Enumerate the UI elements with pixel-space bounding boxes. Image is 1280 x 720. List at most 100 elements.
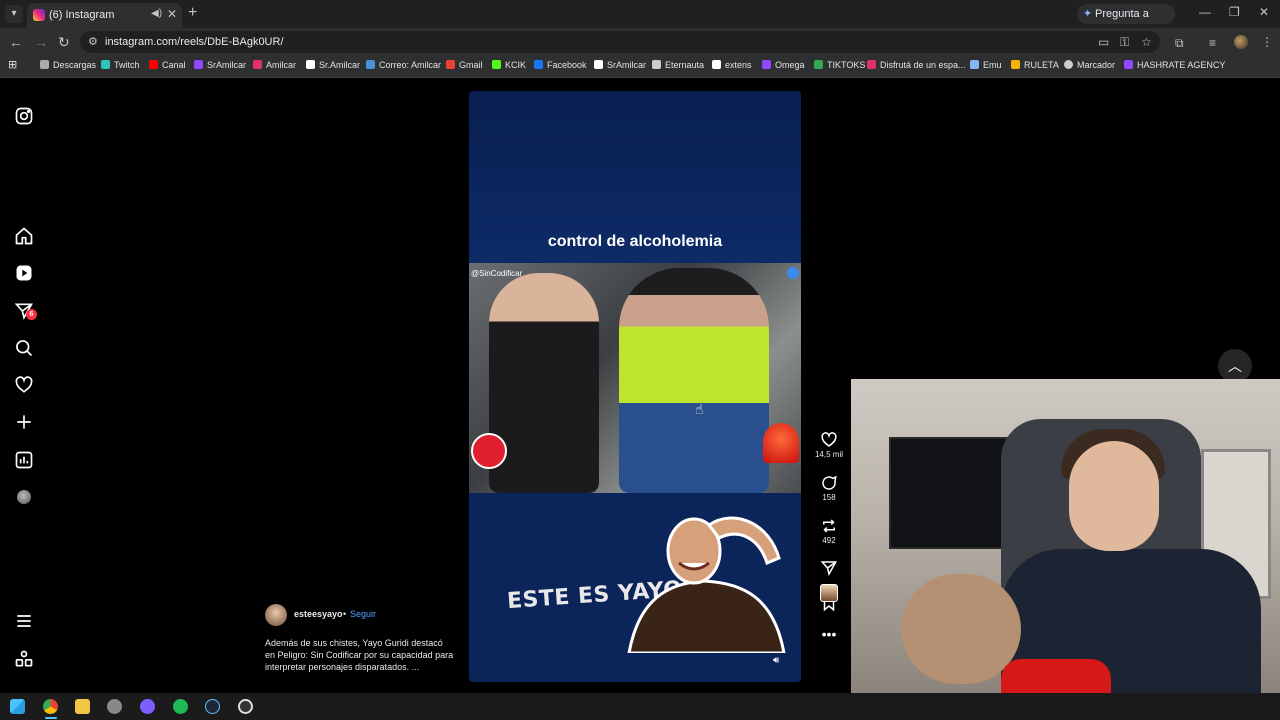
bookmark-item[interactable]: RULETA bbox=[1011, 60, 1059, 70]
bookmark-item[interactable]: Gmail bbox=[446, 60, 483, 70]
password-key-icon[interactable]: ⚿ bbox=[1120, 35, 1129, 50]
bookmark-item[interactable]: SrAmilcar bbox=[194, 60, 246, 70]
like-button[interactable]: 14,5 mil bbox=[812, 431, 846, 459]
dashboard-chart-icon[interactable] bbox=[14, 450, 34, 470]
twitch-icon bbox=[762, 60, 771, 69]
caption-separator: • bbox=[343, 609, 347, 619]
bookmark-item[interactable]: Emu bbox=[970, 60, 1002, 70]
bookmark-item[interactable]: Descargas bbox=[40, 60, 96, 70]
new-tab-button[interactable]: + bbox=[188, 4, 197, 22]
globe-icon bbox=[1064, 60, 1073, 69]
bookmark-item[interactable]: Marcador bbox=[1064, 60, 1115, 70]
bookmark-item[interactable]: Omega bbox=[762, 60, 805, 70]
bookmark-item[interactable]: Twitch bbox=[101, 60, 140, 70]
reel-bottom-area: ESTE ES YAYO 🔊︎ bbox=[469, 493, 801, 682]
volume-icon[interactable]: 🔊︎ bbox=[773, 655, 779, 666]
share-button[interactable] bbox=[812, 559, 846, 577]
also-from-meta-icon[interactable] bbox=[14, 649, 34, 669]
share-icon bbox=[820, 561, 838, 577]
more-options-button[interactable]: ••• bbox=[812, 627, 846, 641]
browser-toolbar: ← → ↻ ⚙ instagram.com/reels/DbE-BAgk0UR/… bbox=[0, 28, 1280, 56]
audio-avatar[interactable] bbox=[820, 584, 838, 602]
bookmark-star-icon[interactable]: ☆ bbox=[1141, 35, 1152, 49]
tab-search-button[interactable]: ▾ bbox=[5, 5, 23, 23]
obs-icon[interactable] bbox=[238, 699, 253, 714]
bookmark-item[interactable]: Sr.Amilcar bbox=[306, 60, 360, 70]
bookmark-item[interactable]: Amilcar bbox=[253, 60, 296, 70]
instagram-icon bbox=[253, 60, 262, 69]
reading-list-icon[interactable]: ≡ bbox=[1209, 36, 1216, 50]
file-explorer-icon[interactable] bbox=[75, 699, 90, 714]
download-icon bbox=[40, 60, 49, 69]
back-arrow-icon[interactable]: ← bbox=[9, 34, 23, 50]
app-icon[interactable] bbox=[107, 699, 122, 714]
status-dot bbox=[787, 267, 799, 279]
document-icon bbox=[652, 60, 661, 69]
address-bar[interactable]: ⚙ instagram.com/reels/DbE-BAgk0UR/ ▭ ⚿ ☆ bbox=[80, 31, 1160, 53]
youtube-icon bbox=[149, 60, 158, 69]
bookmark-item[interactable]: Eternauta bbox=[652, 60, 704, 70]
tab-instagram[interactable]: (6) Instagram ◀) ✕ bbox=[27, 3, 182, 28]
menu-kebab-icon[interactable]: ⋮ bbox=[1261, 35, 1273, 49]
bookmark-item[interactable]: extens bbox=[712, 60, 752, 70]
more-menu-icon[interactable] bbox=[14, 611, 34, 631]
instagram-favicon-icon bbox=[33, 9, 45, 21]
person-with-microphone bbox=[489, 273, 599, 493]
author-username[interactable]: esteesyayo bbox=[294, 609, 343, 619]
apps-grid-icon[interactable]: ⊞ bbox=[8, 58, 17, 71]
discord-icon[interactable] bbox=[140, 699, 155, 714]
gemini-button[interactable]: ✦ Pregunta a Gemini bbox=[1077, 4, 1175, 40]
author-avatar[interactable] bbox=[265, 604, 287, 626]
site-info-icon[interactable]: ⚙ bbox=[88, 35, 98, 48]
link-icon bbox=[867, 60, 876, 69]
roulette-icon bbox=[1011, 60, 1020, 69]
facebook-icon bbox=[534, 60, 543, 69]
steam-icon[interactable] bbox=[205, 699, 220, 714]
heart-icon[interactable] bbox=[14, 375, 34, 395]
twitch-icon bbox=[1124, 60, 1133, 69]
speaker-icon[interactable]: ◀) bbox=[151, 8, 162, 19]
heart-icon bbox=[821, 432, 837, 447]
bookmark-item[interactable]: Facebook bbox=[534, 60, 587, 70]
profile-avatar[interactable] bbox=[17, 490, 31, 504]
twitch-icon bbox=[194, 60, 203, 69]
reels-icon[interactable] bbox=[14, 263, 34, 283]
chrome-icon[interactable] bbox=[43, 699, 58, 714]
bookmark-item[interactable]: Canal bbox=[149, 60, 186, 70]
restore-button[interactable]: ❐ bbox=[1229, 5, 1240, 19]
bookmark-item[interactable]: SrAmilcar bbox=[594, 60, 646, 70]
reel-overlay-title: control de alcoholemia bbox=[547, 233, 723, 250]
instagram-logo-icon[interactable] bbox=[14, 106, 34, 126]
tab-title: (6) Instagram bbox=[49, 9, 115, 21]
close-window-button[interactable]: ✕ bbox=[1259, 5, 1269, 19]
caption-text[interactable]: Además de sus chistes, Yayo Guridi desta… bbox=[265, 637, 455, 673]
home-icon[interactable] bbox=[14, 226, 34, 246]
previous-reel-button[interactable]: ︿ bbox=[1218, 349, 1252, 383]
spotify-icon[interactable] bbox=[173, 699, 188, 714]
search-icon[interactable] bbox=[14, 338, 34, 358]
comment-icon bbox=[822, 475, 837, 490]
url-text: instagram.com/reels/DbE-BAgk0UR/ bbox=[105, 36, 284, 48]
ellipsis-icon: ••• bbox=[821, 626, 837, 642]
bookmark-item[interactable]: TIKTOKS bbox=[814, 60, 865, 70]
instagram-sidebar: 6 bbox=[0, 79, 48, 693]
reload-icon[interactable]: ↻ bbox=[58, 34, 70, 51]
forward-arrow-icon[interactable]: → bbox=[34, 34, 48, 50]
profile-avatar-icon[interactable] bbox=[1234, 35, 1248, 49]
follow-button[interactable]: Seguir bbox=[350, 609, 376, 619]
bookmark-item[interactable]: HASHRATE AGENCY bbox=[1124, 60, 1225, 70]
close-icon[interactable]: ✕ bbox=[167, 7, 177, 21]
extensions-icon[interactable]: ⧉ bbox=[1175, 36, 1184, 51]
reel-video[interactable]: control de alcoholemia @SinCodificar EST… bbox=[469, 91, 801, 682]
bookmark-item[interactable]: KCIK bbox=[492, 60, 526, 70]
minimize-button[interactable]: — bbox=[1199, 5, 1211, 19]
kick-icon bbox=[492, 60, 501, 69]
bookmark-item[interactable]: Disfrutá de un espa... bbox=[867, 60, 966, 70]
traffic-officer bbox=[619, 268, 769, 493]
cast-icon[interactable]: ▭ bbox=[1098, 35, 1109, 49]
windows-start-icon[interactable] bbox=[10, 699, 25, 714]
create-plus-icon[interactable] bbox=[14, 412, 34, 432]
comment-button[interactable]: 158 bbox=[812, 474, 846, 502]
repost-button[interactable]: 492 bbox=[812, 517, 846, 545]
bookmark-item[interactable]: Correo: Amilcar bbox=[366, 60, 441, 70]
